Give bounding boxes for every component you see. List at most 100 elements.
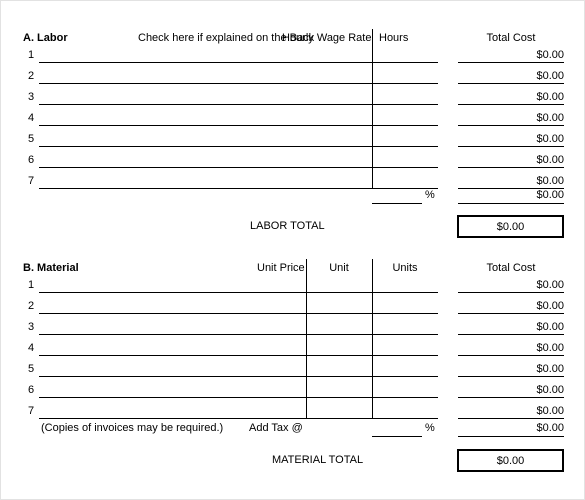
labor-row-rule-hours (372, 62, 438, 63)
labor-row-number: 5 (28, 133, 35, 145)
labor-row-rule-desc (39, 188, 372, 189)
labor-total-value: $0.00 (457, 215, 564, 238)
material-row-total-cost: $0.00 (536, 384, 564, 396)
material-tax-total-cost: $0.00 (536, 422, 564, 434)
labor-section-label: A. Labor (23, 32, 68, 44)
material-row-rule-unit (306, 397, 372, 398)
labor-row-number: 2 (28, 70, 35, 82)
material-row-rule-units (372, 397, 438, 398)
material-row-rule-total (458, 397, 564, 398)
material-invoice-note: (Copies of invoices may be required.) (41, 422, 224, 434)
material-row-total-cost: $0.00 (536, 405, 564, 417)
material-row-total-cost: $0.00 (536, 279, 564, 291)
material-row-total-cost: $0.00 (536, 342, 564, 354)
material-row-rule-desc (39, 292, 306, 293)
material-row-rule-total (458, 355, 564, 356)
material-total-value: $0.00 (457, 449, 564, 472)
material-row-rule-unit (306, 355, 372, 356)
material-col-units: Units (392, 262, 418, 274)
labor-row-number: 3 (28, 91, 35, 103)
labor-row-rule-desc (39, 167, 372, 168)
labor-col-total-cost: Total Cost (486, 32, 536, 44)
material-row-rule-units (372, 355, 438, 356)
labor-row-rule-desc (39, 125, 372, 126)
material-row-rule-total (458, 313, 564, 314)
material-row-rule-desc (39, 418, 306, 419)
material-row-rule-units (372, 418, 438, 419)
labor-row-rule-hours (372, 104, 438, 105)
material-row-rule-units (372, 313, 438, 314)
labor-divider-hours-left (372, 29, 373, 189)
material-row-rule-total (458, 418, 564, 419)
material-row-total-cost: $0.00 (536, 363, 564, 375)
material-row-rule-desc (39, 355, 306, 356)
material-row-total-cost: $0.00 (536, 300, 564, 312)
labor-row-total-cost: $0.00 (536, 112, 564, 124)
material-row-rule-desc (39, 397, 306, 398)
labor-row-total-cost: $0.00 (536, 133, 564, 145)
material-col-unit-price: Unit Price (257, 262, 305, 274)
material-tax-rule (372, 436, 422, 437)
material-row-rule-unit (306, 376, 372, 377)
labor-percent-rule-total (458, 203, 564, 204)
labor-col-hours: Hours (379, 32, 409, 44)
labor-row-rule-total (458, 83, 564, 84)
labor-row-total-cost: $0.00 (536, 70, 564, 82)
material-row-number: 1 (28, 279, 35, 291)
labor-row-rule-desc (39, 83, 372, 84)
labor-row-number: 7 (28, 175, 35, 187)
material-row-rule-desc (39, 376, 306, 377)
labor-row-total-cost: $0.00 (536, 49, 564, 61)
material-row-rule-unit (306, 292, 372, 293)
form-page: A. Labor Check here if explained on the … (0, 0, 585, 500)
material-divider-units-left (372, 259, 373, 419)
material-row-rule-units (372, 292, 438, 293)
labor-percent-symbol: % (425, 189, 435, 201)
labor-row-rule-desc (39, 62, 372, 63)
material-col-unit: Unit (329, 262, 349, 274)
material-row-rule-total (458, 292, 564, 293)
labor-row-rule-hours (372, 167, 438, 168)
material-row-rule-total (458, 334, 564, 335)
material-section-label: B. Material (23, 262, 79, 274)
material-row-rule-desc (39, 334, 306, 335)
material-row-rule-unit (306, 334, 372, 335)
labor-row-rule-total (458, 62, 564, 63)
labor-row-rule-hours (372, 83, 438, 84)
labor-row-rule-desc (39, 146, 372, 147)
material-row-rule-unit (306, 418, 372, 419)
material-divider-unit-left (306, 259, 307, 419)
labor-total-label: LABOR TOTAL (250, 220, 325, 232)
labor-row-rule-desc (39, 104, 372, 105)
material-col-total-cost: Total Cost (486, 262, 536, 274)
material-row-number: 5 (28, 363, 35, 375)
labor-percent-rule (372, 203, 422, 204)
material-tax-percent-symbol: % (425, 422, 435, 434)
labor-row-number: 4 (28, 112, 35, 124)
labor-row-total-cost: $0.00 (536, 154, 564, 166)
labor-row-rule-total (458, 146, 564, 147)
material-row-number: 7 (28, 405, 35, 417)
material-row-rule-units (372, 376, 438, 377)
material-row-rule-desc (39, 313, 306, 314)
material-tax-rule-total (458, 436, 564, 437)
material-total-label: MATERIAL TOTAL (272, 454, 364, 466)
material-row-rule-total (458, 376, 564, 377)
material-row-number: 3 (28, 321, 35, 333)
labor-row-rule-total (458, 125, 564, 126)
labor-row-number: 6 (28, 154, 35, 166)
material-row-number: 6 (28, 384, 35, 396)
labor-row-number: 1 (28, 49, 35, 61)
labor-row-rule-total (458, 167, 564, 168)
labor-percent-total-cost: $0.00 (536, 189, 564, 201)
labor-row-rule-hours (372, 146, 438, 147)
material-add-tax-label: Add Tax @ (249, 422, 303, 434)
labor-col-wage-rate: Hourly Wage Rate (282, 32, 372, 44)
material-row-rule-unit (306, 313, 372, 314)
material-row-number: 4 (28, 342, 35, 354)
labor-row-rule-hours (372, 125, 438, 126)
material-row-number: 2 (28, 300, 35, 312)
labor-row-total-cost: $0.00 (536, 175, 564, 187)
labor-row-total-cost: $0.00 (536, 91, 564, 103)
material-row-rule-units (372, 334, 438, 335)
